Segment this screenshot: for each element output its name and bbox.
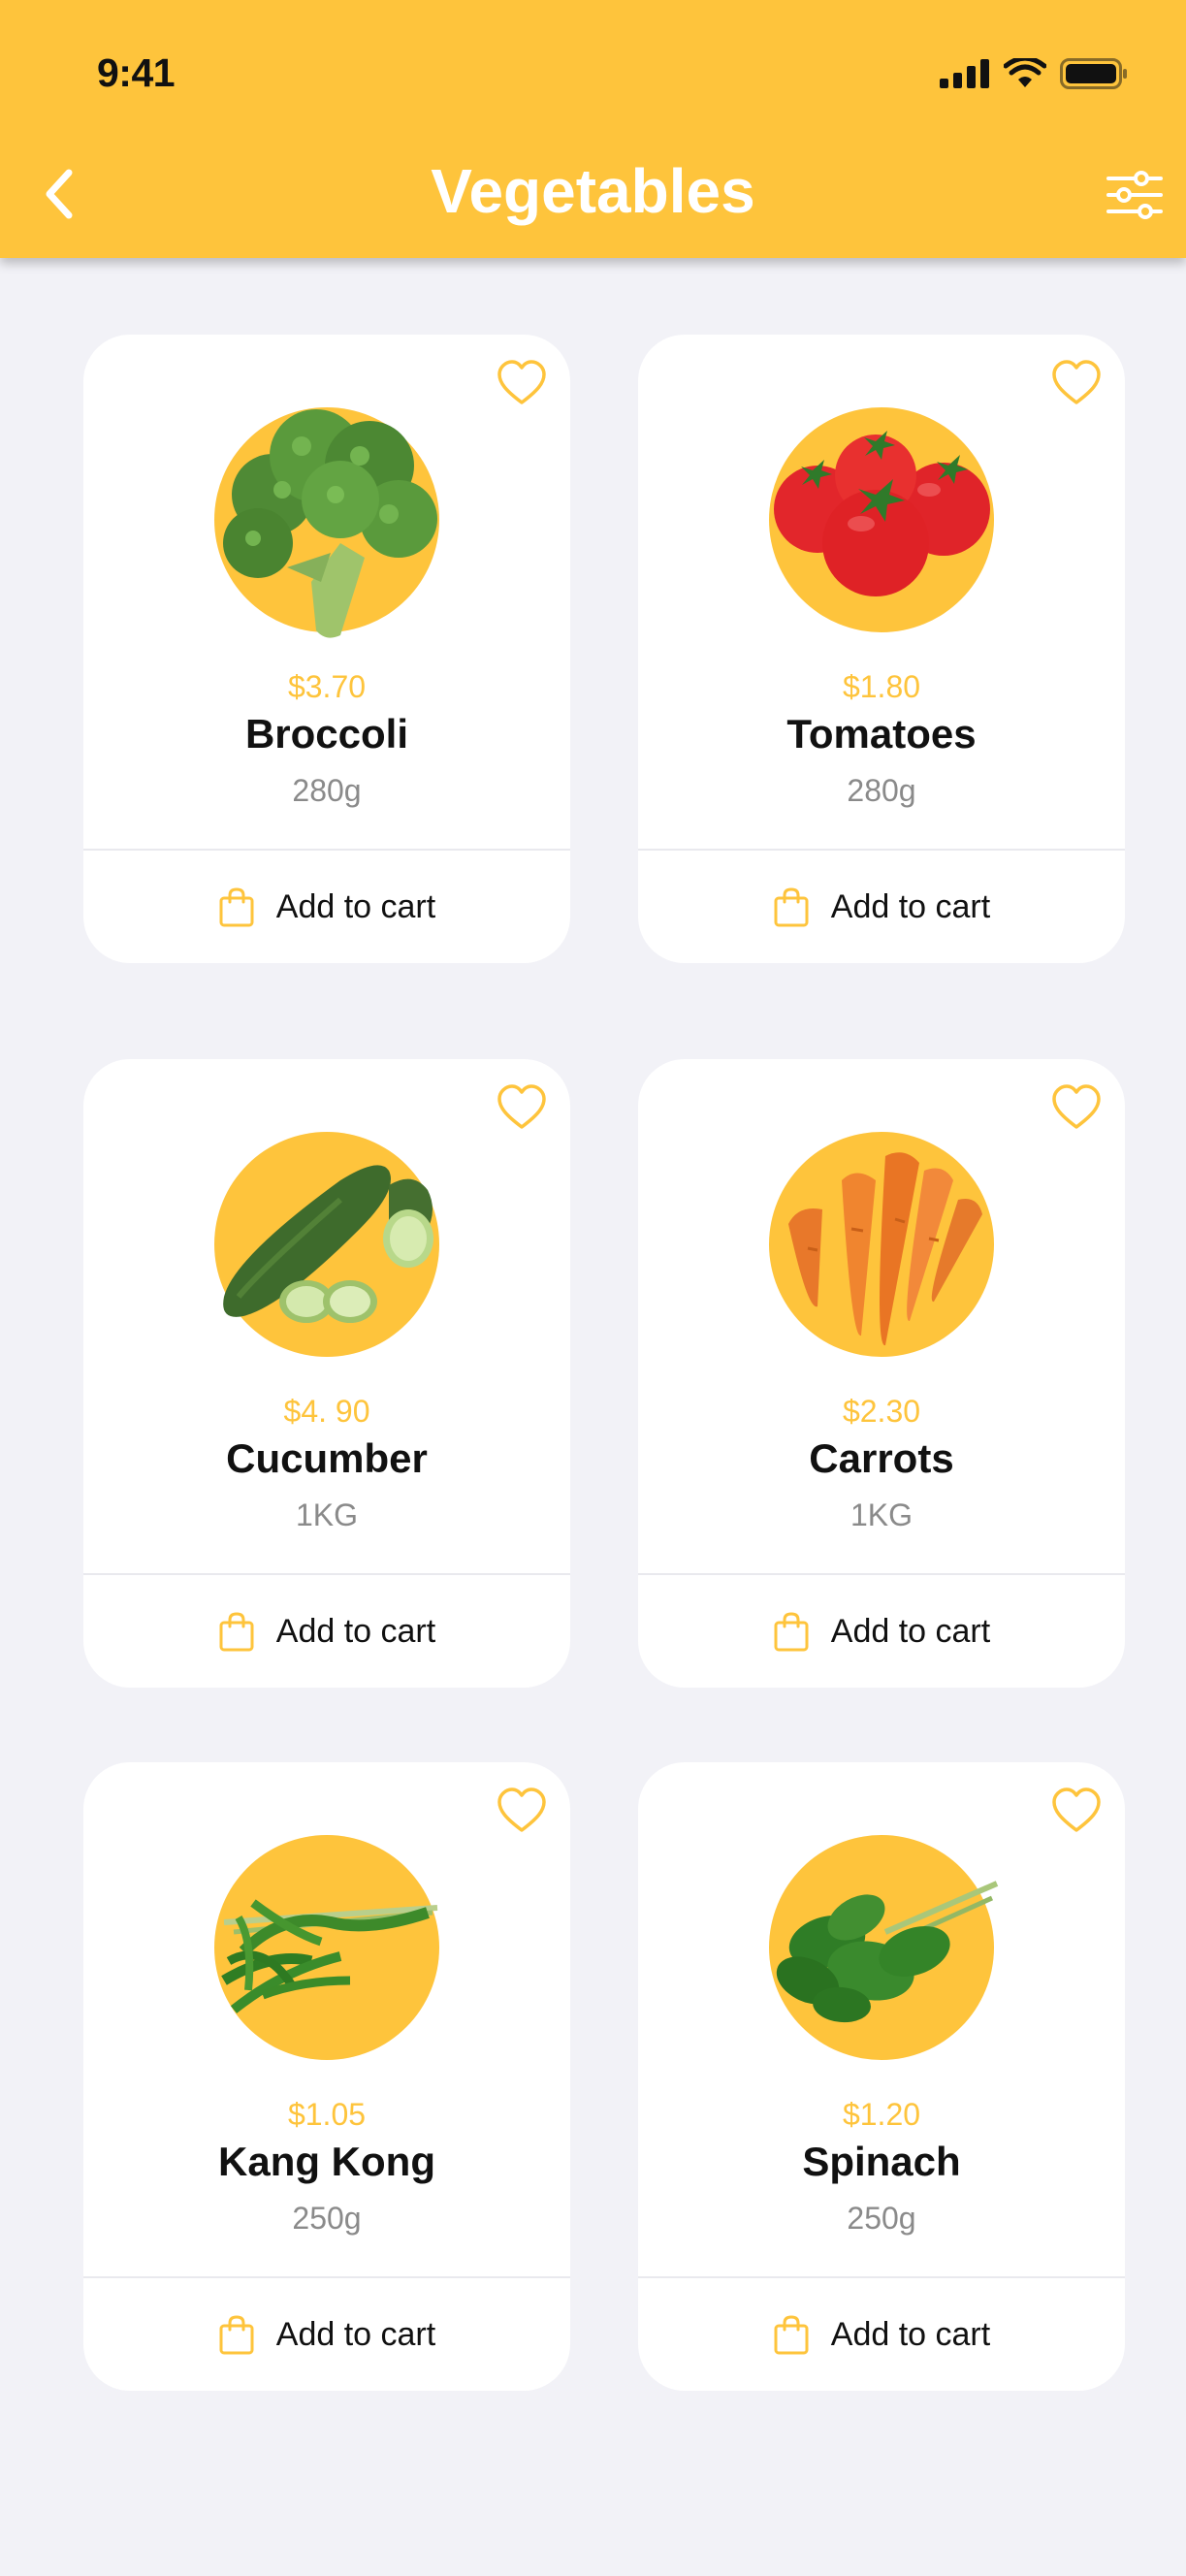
status-icons xyxy=(940,58,1128,89)
product-card[interactable]: $1.80 Tomatoes 280g Add to cart xyxy=(638,335,1125,963)
heart-icon[interactable] xyxy=(1051,1786,1102,1836)
product-price: $4. 90 xyxy=(283,1394,370,1429)
product-card[interactable]: $1.05 Kang Kong 250g Add to cart xyxy=(83,1762,570,2391)
cellular-signal-icon xyxy=(940,59,989,88)
shopping-bag-icon xyxy=(774,1612,809,1652)
product-weight: 250g xyxy=(847,2201,916,2236)
product-weight: 1KG xyxy=(849,1497,914,1532)
wifi-icon xyxy=(1004,58,1046,87)
shopping-bag-icon xyxy=(219,2315,254,2355)
add-to-cart-button[interactable]: Add to cart xyxy=(638,1575,1125,1688)
heart-icon[interactable] xyxy=(1051,358,1102,408)
app-header: 9:41 Vegetables xyxy=(0,0,1186,258)
filter-sliders-icon xyxy=(1106,171,1163,219)
add-to-cart-label: Add to cart xyxy=(275,887,436,925)
heart-icon[interactable] xyxy=(497,1082,547,1133)
add-to-cart-label: Add to cart xyxy=(275,1612,436,1650)
product-price: $2.30 xyxy=(842,1394,921,1429)
product-weight: 250g xyxy=(292,2201,362,2236)
status-time: 9:41 xyxy=(97,50,176,95)
product-image-circle xyxy=(769,1132,994,1357)
product-price: $3.70 xyxy=(287,669,367,704)
filter-button[interactable] xyxy=(1105,165,1165,225)
product-price: $1.05 xyxy=(287,2097,367,2132)
page-title: Vegetables xyxy=(431,156,755,226)
carrots-icon xyxy=(788,1152,982,1346)
add-to-cart-button[interactable]: Add to cart xyxy=(638,851,1125,963)
product-image-circle xyxy=(214,1132,439,1357)
product-image-circle xyxy=(214,407,439,638)
product-image-circle xyxy=(214,1835,439,2060)
product-image-circle xyxy=(769,407,994,632)
product-weight: 280g xyxy=(847,773,916,808)
tomatoes-icon xyxy=(774,431,990,596)
product-name: Cucumber xyxy=(226,1435,428,1481)
shopping-bag-icon xyxy=(219,1612,254,1652)
heart-icon[interactable] xyxy=(497,358,547,408)
product-name: Broccoli xyxy=(244,711,409,757)
product-name: Kang Kong xyxy=(218,2139,435,2184)
add-to-cart-button[interactable]: Add to cart xyxy=(638,2278,1125,2391)
product-name: Carrots xyxy=(809,1435,954,1481)
add-to-cart-button[interactable]: Add to cart xyxy=(83,851,570,963)
product-card[interactable]: $2.30 Carrots 1KG Add to cart xyxy=(638,1059,1125,1688)
battery-icon xyxy=(1060,58,1127,89)
product-price: $1.20 xyxy=(842,2097,921,2132)
add-to-cart-label: Add to cart xyxy=(830,887,991,925)
product-name: Tomatoes xyxy=(786,711,977,757)
shopping-bag-icon xyxy=(219,887,254,927)
broccoli-icon xyxy=(223,409,437,638)
heart-icon[interactable] xyxy=(497,1786,547,1836)
product-name: Spinach xyxy=(802,2139,961,2184)
product-image-circle xyxy=(769,1835,999,2060)
kang-kong-icon xyxy=(221,1899,438,2013)
add-to-cart-button[interactable]: Add to cart xyxy=(83,1575,570,1688)
add-to-cart-label: Add to cart xyxy=(830,2315,991,2353)
product-card[interactable]: $4. 90 Cucumber 1KG Add to cart xyxy=(83,1059,570,1688)
add-to-cart-label: Add to cart xyxy=(275,2315,436,2353)
shopping-bag-icon xyxy=(774,887,809,927)
product-weight: 1KG xyxy=(295,1497,359,1532)
product-card[interactable]: $1.20 Spinach 250g Add to cart xyxy=(638,1762,1125,2391)
product-grid: $3.70 Broccoli 280g Add to cart $1.80 To… xyxy=(0,0,1186,2576)
heart-icon[interactable] xyxy=(1051,1082,1102,1133)
product-weight: 280g xyxy=(292,773,362,808)
product-card[interactable]: $3.70 Broccoli 280g Add to cart xyxy=(83,335,570,963)
add-to-cart-label: Add to cart xyxy=(830,1612,991,1650)
add-to-cart-button[interactable]: Add to cart xyxy=(83,2278,570,2391)
cucumber-icon xyxy=(223,1165,433,1323)
product-price: $1.80 xyxy=(842,669,921,704)
shopping-bag-icon xyxy=(774,2315,809,2355)
spinach-icon xyxy=(776,1881,999,2023)
